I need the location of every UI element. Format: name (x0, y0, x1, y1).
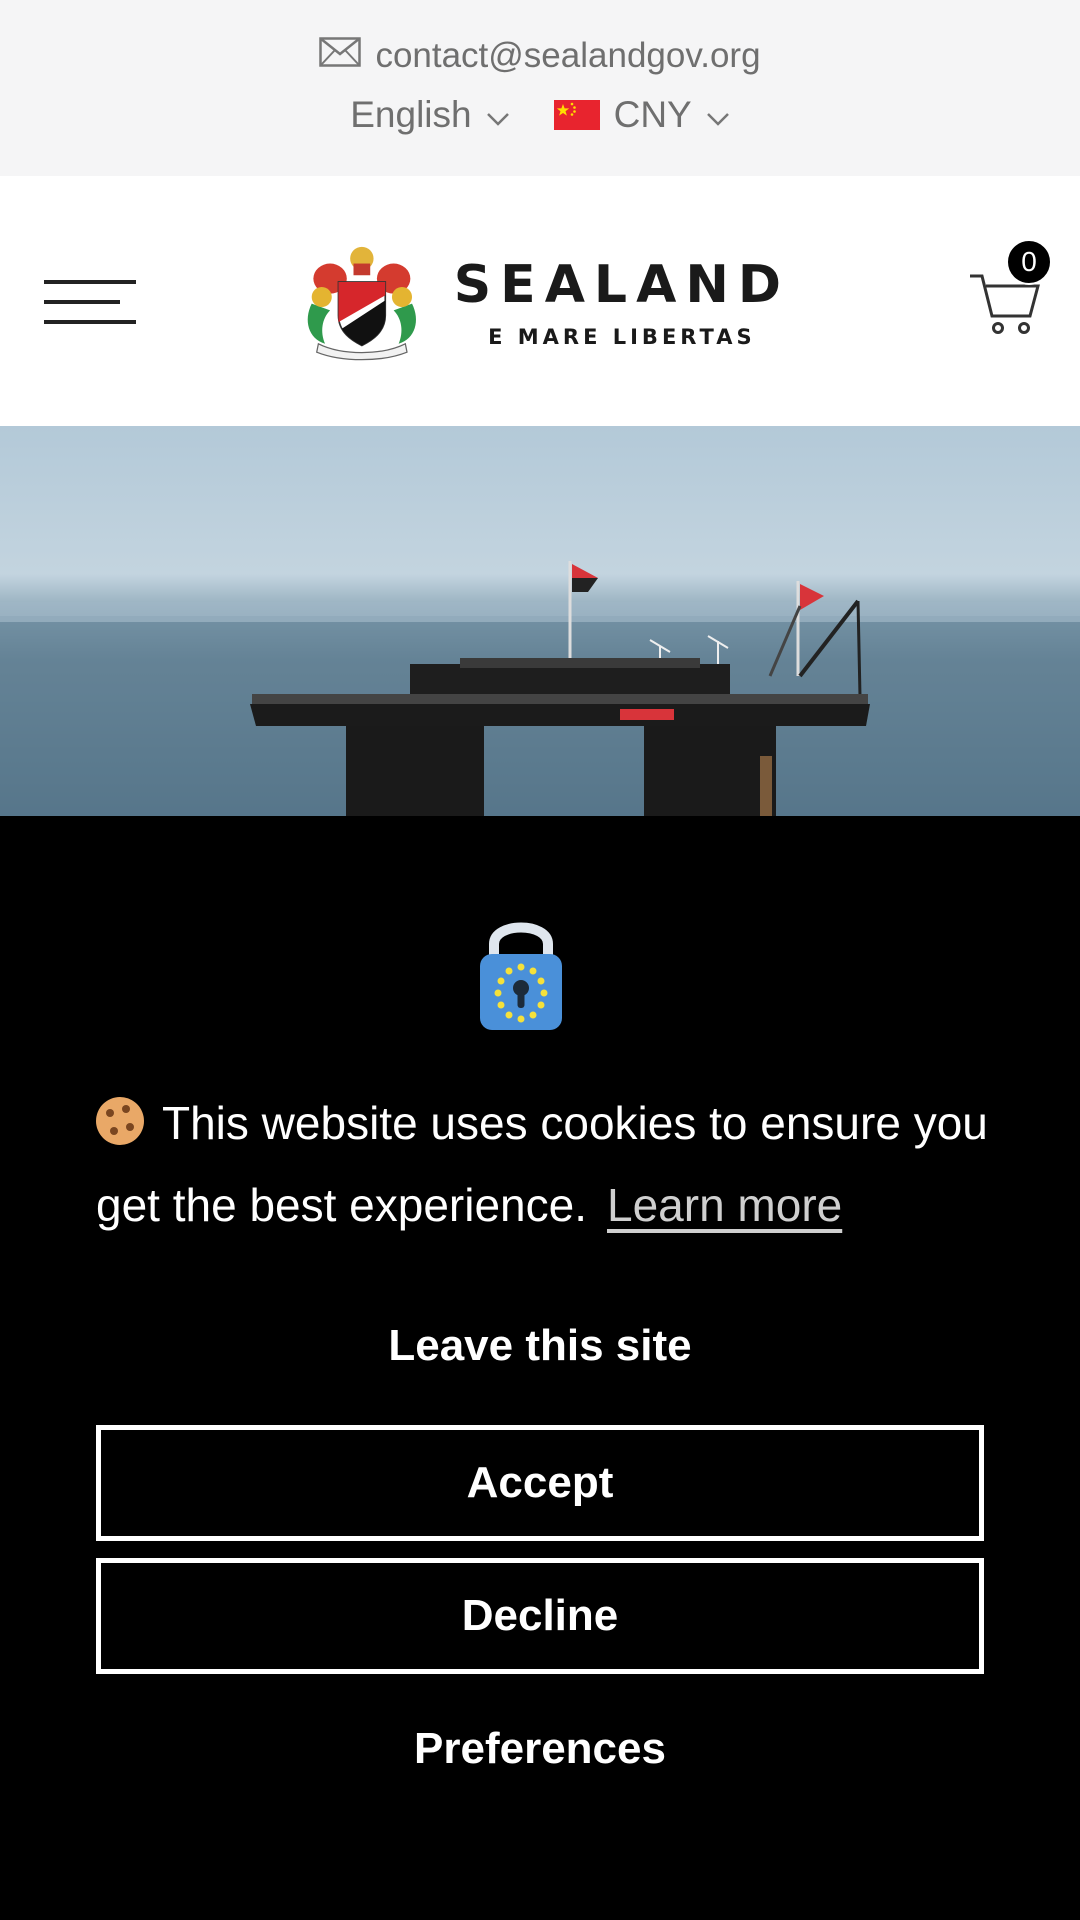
site-logo[interactable]: SEALAND E MARE LIBERTAS (300, 232, 790, 372)
sea-fort-illustration (0, 561, 1080, 816)
cookie-icon (96, 1097, 144, 1145)
hamburger-menu-icon[interactable] (44, 276, 136, 326)
padlock-icon (480, 922, 562, 1030)
contact-email-text: contact@sealandgov.org (375, 36, 761, 75)
decline-button[interactable]: Decline (96, 1558, 984, 1674)
logo-title: SEALAND (453, 255, 790, 315)
chevron-down-icon (486, 94, 510, 136)
cookie-message: This website uses cookies to ensure you … (96, 1082, 996, 1246)
cookie-message-text: This website uses cookies to ensure you … (96, 1097, 988, 1231)
contact-email-link[interactable]: contact@sealandgov.org (0, 36, 1080, 76)
currency-value: CNY (613, 94, 692, 135)
leave-site-link[interactable]: Leave this site (0, 1321, 1080, 1371)
logo-wordmark: SEALAND E MARE LIBERTAS (454, 255, 790, 349)
china-flag-icon (553, 100, 600, 130)
hero-image (0, 426, 1080, 816)
chevron-down-icon (706, 94, 730, 136)
top-utility-bar: contact@sealandgov.org English CNY (0, 0, 1080, 176)
language-selector[interactable]: English (350, 94, 509, 136)
site-header: SEALAND E MARE LIBERTAS (0, 176, 1080, 426)
envelope-icon (319, 36, 362, 76)
preferences-link[interactable]: Preferences (0, 1724, 1080, 1774)
accept-button[interactable]: Accept (96, 1425, 984, 1541)
learn-more-link[interactable]: Learn more (607, 1179, 842, 1231)
language-value: English (350, 94, 472, 135)
locale-selectors: English CNY (0, 94, 1080, 136)
cart-count-badge: 0 (1006, 239, 1052, 285)
cookie-consent-banner: This website uses cookies to ensure you … (0, 816, 1080, 1920)
coat-of-arms-icon (307, 246, 416, 361)
logo-motto: E MARE LIBERTAS (488, 325, 756, 349)
currency-selector[interactable]: CNY (553, 94, 730, 136)
